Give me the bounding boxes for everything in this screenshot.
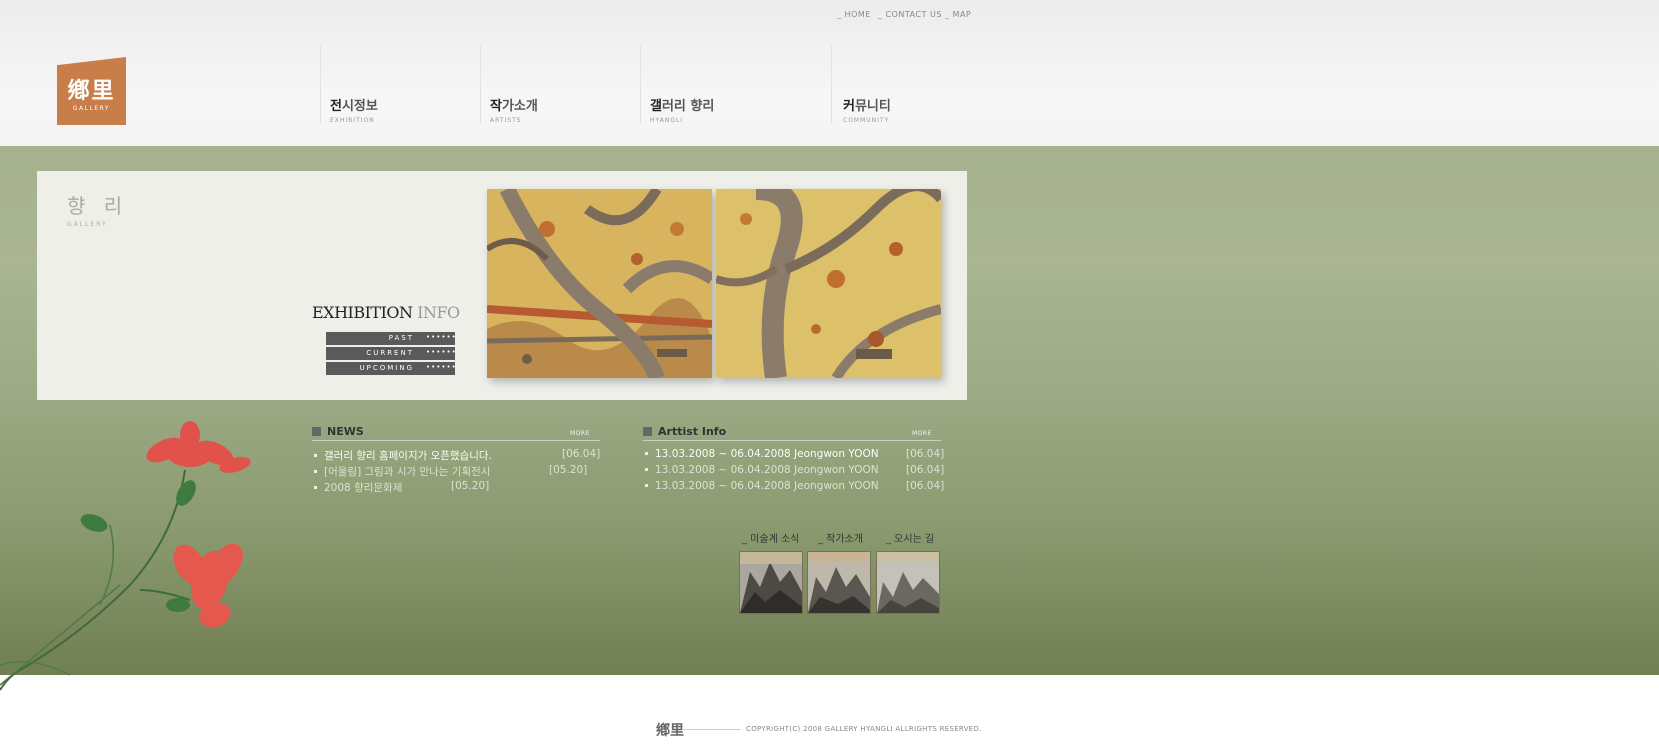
featured-painting-right[interactable] bbox=[716, 189, 941, 378]
nav-hyangli[interactable]: 갤러리 향리 HYANGLI bbox=[650, 95, 714, 124]
exhibition-title-main: EXHIBITION bbox=[312, 303, 413, 322]
artist-item[interactable]: 13.03.2008 ~ 06.04.2008 Jeongwon YOON bbox=[645, 480, 879, 492]
upcoming-button-label: UPCOMING bbox=[359, 364, 414, 372]
news-more-link[interactable]: MORE bbox=[570, 430, 590, 437]
past-button[interactable]: PAST •••••• bbox=[326, 332, 457, 345]
artist-item-date: [06.04] bbox=[906, 480, 945, 492]
nav-community[interactable]: 커뮤니티 COMMUNITY bbox=[843, 95, 891, 124]
nav-divider bbox=[831, 45, 832, 123]
news-item-text: 2008 향리문화제 bbox=[324, 482, 403, 494]
current-button[interactable]: CURRENT •••••• bbox=[326, 347, 457, 360]
news-item-date: [06.04] bbox=[562, 448, 601, 460]
artist-item-text: 13.03.2008 ~ 06.04.2008 Jeongwon YOON bbox=[655, 464, 879, 476]
gallery-mark-en: GALLERY bbox=[67, 221, 108, 228]
bullet-icon bbox=[314, 470, 317, 473]
artist-more-link[interactable]: MORE bbox=[912, 430, 932, 437]
artist-divider bbox=[643, 440, 941, 441]
button-dots: •••••• bbox=[426, 333, 457, 341]
artist-info-title-text: Arttist Info bbox=[658, 425, 727, 438]
bullet-icon bbox=[314, 454, 317, 457]
news-item-date: [05.20] bbox=[549, 464, 588, 476]
exhibition-title-accent: INFO bbox=[417, 303, 460, 322]
nav-community-first: 커 bbox=[843, 99, 855, 114]
thumb-label-artists[interactable]: _ 작가소개 bbox=[818, 530, 863, 545]
top-link-home[interactable]: _ HOME bbox=[837, 10, 871, 19]
exhibition-info-title: EXHIBITION INFO bbox=[312, 303, 460, 322]
artist-item[interactable]: 13.03.2008 ~ 06.04.2008 Jeongwon YOON bbox=[645, 464, 879, 476]
nav-divider bbox=[480, 45, 481, 123]
artist-item-text: 13.03.2008 ~ 06.04.2008 Jeongwon YOON bbox=[655, 448, 879, 460]
upcoming-button[interactable]: UPCOMING •••••• bbox=[326, 362, 457, 375]
news-title: NEWS bbox=[312, 425, 364, 438]
bullet-icon bbox=[645, 484, 648, 487]
button-dots: •••••• bbox=[426, 348, 457, 356]
thumb-art-news[interactable] bbox=[739, 551, 803, 614]
news-item[interactable]: 2008 향리문화제 bbox=[314, 480, 402, 495]
bullet-icon bbox=[314, 486, 317, 489]
nav-artists-first: 작 bbox=[490, 99, 502, 114]
nav-community-en: COMMUNITY bbox=[843, 117, 890, 124]
nav-exhibition-first: 전 bbox=[330, 99, 342, 114]
news-title-text: NEWS bbox=[327, 425, 364, 438]
nav-artists-en: ARTISTS bbox=[490, 117, 522, 124]
news-item[interactable]: [어울림] 그림과 시가 만나는 기획전시 bbox=[314, 464, 490, 479]
nav-exhibition[interactable]: 전시정보 EXHIBITION bbox=[330, 95, 378, 124]
bullet-icon bbox=[645, 452, 648, 455]
artist-info-title: Arttist Info bbox=[643, 425, 726, 438]
news-item-date: [05.20] bbox=[451, 480, 490, 492]
gallery-mark-ko: 향 리 bbox=[67, 194, 129, 218]
gallery-logo[interactable]: 鄕里 GALLERY bbox=[57, 57, 126, 125]
nav-divider bbox=[640, 45, 641, 123]
top-link-map[interactable]: _ MAP bbox=[945, 10, 971, 19]
nav-artists[interactable]: 작가소개 ARTISTS bbox=[490, 95, 538, 124]
footer-copyright: COPYRIGHT(C) 2008 GALLERY HYANGLI ALLRIG… bbox=[746, 725, 982, 733]
thumb-label-directions[interactable]: _ 오시는 길 bbox=[886, 530, 934, 545]
top-link-contact[interactable]: _ CONTACT US bbox=[878, 10, 942, 19]
flower-illustration bbox=[0, 415, 260, 699]
header bbox=[0, 0, 1659, 146]
thumb-artists[interactable] bbox=[807, 551, 871, 614]
news-item-text: 갤러리 향리 홈페이지가 오픈했습니다. bbox=[324, 450, 492, 462]
artist-item-text: 13.03.2008 ~ 06.04.2008 Jeongwon YOON bbox=[655, 480, 879, 492]
nav-hyangli-first: 갤 bbox=[650, 99, 662, 114]
gallery-mark: 향 리 GALLERY bbox=[67, 190, 128, 228]
artist-item[interactable]: 13.03.2008 ~ 06.04.2008 Jeongwon YOON bbox=[645, 448, 879, 460]
news-divider bbox=[312, 440, 600, 441]
nav-hyangli-label: 러리 향리 bbox=[661, 99, 715, 114]
featured-painting-left[interactable] bbox=[487, 189, 712, 378]
bullet-icon bbox=[645, 468, 648, 471]
thumb-directions[interactable] bbox=[876, 551, 940, 614]
thumb-label-art-news[interactable]: _ 미술계 소식 bbox=[742, 530, 799, 545]
nav-divider bbox=[320, 45, 321, 123]
nav-community-label: 뮤니티 bbox=[854, 99, 891, 114]
footer-divider bbox=[682, 729, 740, 730]
nav-exhibition-label: 시정보 bbox=[341, 99, 378, 114]
past-button-label: PAST bbox=[388, 334, 414, 342]
footer-logo: 鄕里 bbox=[656, 723, 684, 739]
button-dots: •••••• bbox=[426, 363, 457, 371]
nav-artists-label: 가소개 bbox=[501, 99, 538, 114]
logo-subtitle: GALLERY bbox=[72, 105, 111, 112]
artist-item-date: [06.04] bbox=[906, 448, 945, 460]
current-button-label: CURRENT bbox=[366, 349, 414, 357]
logo-hanja: 鄕里 bbox=[67, 78, 116, 104]
news-icon bbox=[312, 427, 321, 436]
artist-item-date: [06.04] bbox=[906, 464, 945, 476]
nav-exhibition-en: EXHIBITION bbox=[330, 117, 375, 124]
artist-info-icon bbox=[643, 427, 652, 436]
news-item-text: [어울림] 그림과 시가 만나는 기획전시 bbox=[324, 466, 491, 478]
nav-hyangli-en: HYANGLI bbox=[650, 117, 684, 124]
news-item[interactable]: 갤러리 향리 홈페이지가 오픈했습니다. bbox=[314, 448, 492, 463]
